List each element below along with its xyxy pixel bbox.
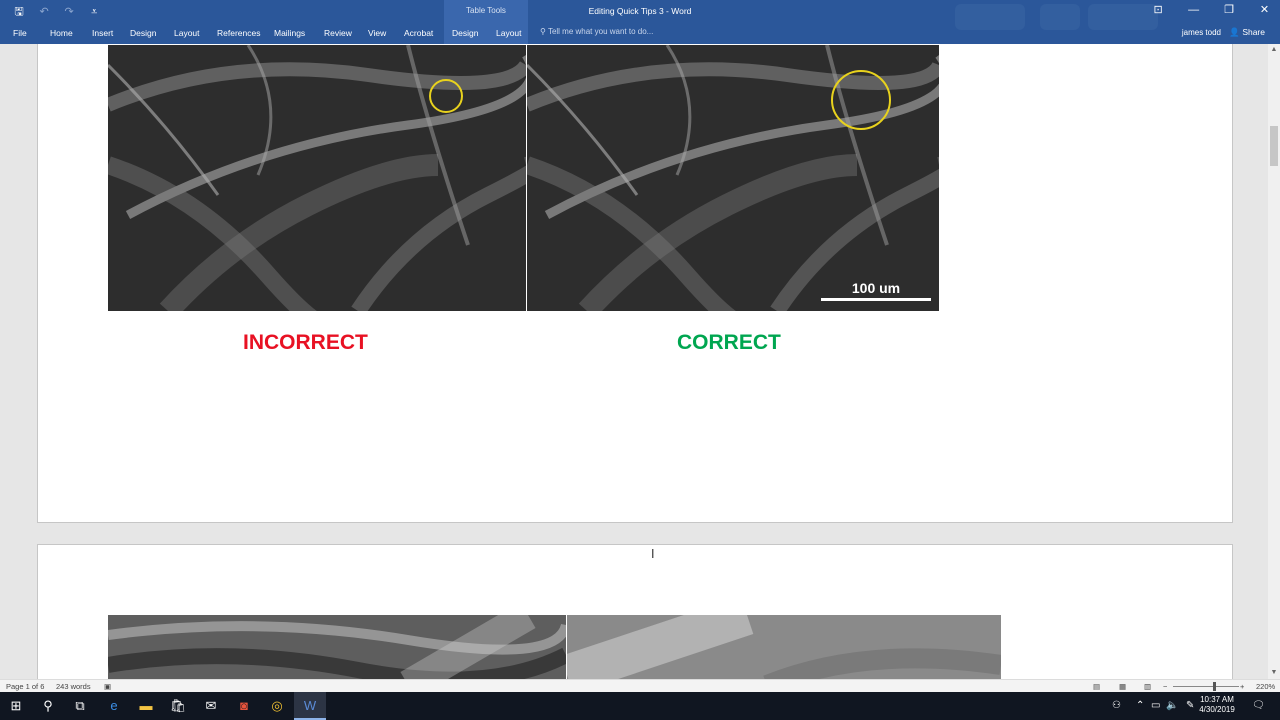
- notifications-icon[interactable]: 🗨: [1252, 692, 1265, 720]
- zoom-slider-thumb[interactable]: [1213, 682, 1216, 691]
- tab-design[interactable]: Design: [130, 28, 156, 38]
- print-layout-icon[interactable]: ▦: [1119, 682, 1126, 691]
- chrome-icon[interactable]: ◎: [261, 692, 293, 720]
- tell-me-search[interactable]: ⚲ Tell me what you want to do...: [540, 27, 653, 36]
- sem-fiber-texture: [108, 45, 526, 311]
- proofing-icon[interactable]: ▣: [104, 682, 111, 691]
- word-count[interactable]: 243 words: [56, 682, 91, 691]
- title-row: 🖫 ↶ ↷ ⩡ Table Tools Editing Quick Tips 3…: [0, 0, 1280, 30]
- ribbon-tabs: File Home Insert Design Layout Reference…: [0, 22, 1280, 44]
- close-button[interactable]: ✕: [1249, 0, 1280, 20]
- tab-file[interactable]: File: [13, 28, 27, 38]
- sem-wood-texture: [108, 615, 566, 679]
- sem-image-correct[interactable]: 100 um: [527, 45, 939, 311]
- tab-acrobat[interactable]: Acrobat: [404, 28, 433, 38]
- people-icon[interactable]: ⚇: [1112, 692, 1121, 720]
- scrollbar-thumb[interactable]: [1270, 126, 1278, 166]
- tab-references[interactable]: References: [217, 28, 260, 38]
- sem-image-wood-left[interactable]: [108, 615, 566, 679]
- document-page-2[interactable]: [37, 544, 1233, 679]
- correct-label: CORRECT: [677, 331, 781, 354]
- scale-bar-label: 100 um: [851, 280, 901, 296]
- document-workspace[interactable]: 100 um INCORRECT CORRECT: [0, 44, 1268, 679]
- save-icon[interactable]: 🖫: [10, 3, 28, 22]
- tab-layout[interactable]: Layout: [174, 28, 200, 38]
- scroll-up-icon[interactable]: ▲: [1268, 44, 1280, 56]
- minimize-button[interactable]: —: [1178, 0, 1209, 20]
- zoom-slider[interactable]: [1173, 686, 1239, 687]
- task-view-icon[interactable]: ⧉: [64, 692, 96, 720]
- redo-icon[interactable]: ↷: [60, 5, 78, 18]
- network-icon[interactable]: ▭: [1151, 692, 1160, 720]
- zoom-in-icon[interactable]: +: [1240, 682, 1244, 691]
- title-bar: 🖫 ↶ ↷ ⩡ Table Tools Editing Quick Tips 3…: [0, 0, 1280, 44]
- table-tools-label: Table Tools: [466, 6, 506, 15]
- system-clock[interactable]: 10:37 AM 4/30/2019: [1192, 695, 1242, 715]
- sem-image-incorrect[interactable]: [108, 45, 526, 311]
- windows-taskbar: ⊞ ⚲ ⧉ e ▬ 🛍 ✉ ◙ ◎ W ⚇ ⌃ ▭ 🔈 ✎ 10:37 AM 4…: [0, 692, 1280, 720]
- lightbulb-icon: ⚲: [540, 27, 548, 36]
- tray-chevron-icon[interactable]: ⌃: [1136, 692, 1144, 720]
- tab-insert[interactable]: Insert: [92, 28, 113, 38]
- tab-view[interactable]: View: [368, 28, 386, 38]
- read-mode-icon[interactable]: ▤: [1093, 682, 1100, 691]
- edge-icon[interactable]: e: [98, 692, 130, 720]
- search-icon[interactable]: ⚲: [32, 692, 64, 720]
- windows-start-icon[interactable]: ⊞: [0, 692, 32, 720]
- customize-qat-icon[interactable]: ⩡: [85, 6, 103, 19]
- person-icon: 👤: [1229, 27, 1243, 37]
- text-cursor-icon: Ⅰ: [651, 547, 655, 561]
- incorrect-label: INCORRECT: [243, 331, 368, 354]
- tab-review[interactable]: Review: [324, 28, 352, 38]
- share-button[interactable]: 👤 Share: [1229, 27, 1265, 38]
- clock-time: 10:37 AM: [1200, 695, 1234, 704]
- user-name[interactable]: james todd: [1182, 28, 1221, 37]
- camtasia-icon[interactable]: ◙: [228, 692, 260, 720]
- quick-access-toolbar: 🖫 ↶ ↷ ⩡: [10, 3, 107, 22]
- tab-table-design[interactable]: Design: [452, 28, 478, 38]
- volume-icon[interactable]: 🔈: [1166, 692, 1178, 720]
- web-layout-icon[interactable]: ▥: [1144, 682, 1151, 691]
- zoom-out-icon[interactable]: −: [1163, 682, 1167, 691]
- tab-home[interactable]: Home: [50, 28, 73, 38]
- scale-bar-line: [821, 298, 931, 301]
- sem-wood-texture: [567, 615, 1001, 679]
- restore-button[interactable]: ❐: [1214, 0, 1245, 20]
- document-title: Editing Quick Tips 3 - Word: [588, 6, 692, 16]
- clock-date: 4/30/2019: [1199, 705, 1235, 714]
- file-explorer-icon[interactable]: ▬: [130, 692, 162, 720]
- mail-icon[interactable]: ✉: [195, 692, 227, 720]
- tab-mailings[interactable]: Mailings: [274, 28, 305, 38]
- word-app-icon[interactable]: W: [294, 692, 326, 720]
- tell-me-placeholder: Tell me what you want to do...: [547, 27, 654, 36]
- document-page[interactable]: 100 um INCORRECT CORRECT: [37, 44, 1233, 523]
- status-bar: Page 1 of 6 243 words ▣ ▤ ▦ ▥ − + 220%: [0, 679, 1280, 693]
- undo-icon[interactable]: ↶: [35, 5, 53, 18]
- sem-image-wood-right[interactable]: [567, 615, 1001, 679]
- sem-fiber-texture: [527, 45, 939, 311]
- zoom-level[interactable]: 220%: [1256, 682, 1275, 691]
- window-controls: ⊡ — ❐ ✕: [1143, 0, 1280, 22]
- scale-bar: 100 um: [821, 280, 931, 301]
- scroll-down-icon[interactable]: ▼: [1268, 667, 1280, 679]
- page-count[interactable]: Page 1 of 6: [6, 682, 44, 691]
- store-icon[interactable]: 🛍: [162, 692, 194, 720]
- vertical-scrollbar[interactable]: ▲ ▼: [1268, 44, 1280, 679]
- ribbon-display-options-icon[interactable]: ⊡: [1143, 0, 1174, 20]
- tab-table-layout[interactable]: Layout: [496, 28, 522, 38]
- share-label: Share: [1242, 27, 1265, 37]
